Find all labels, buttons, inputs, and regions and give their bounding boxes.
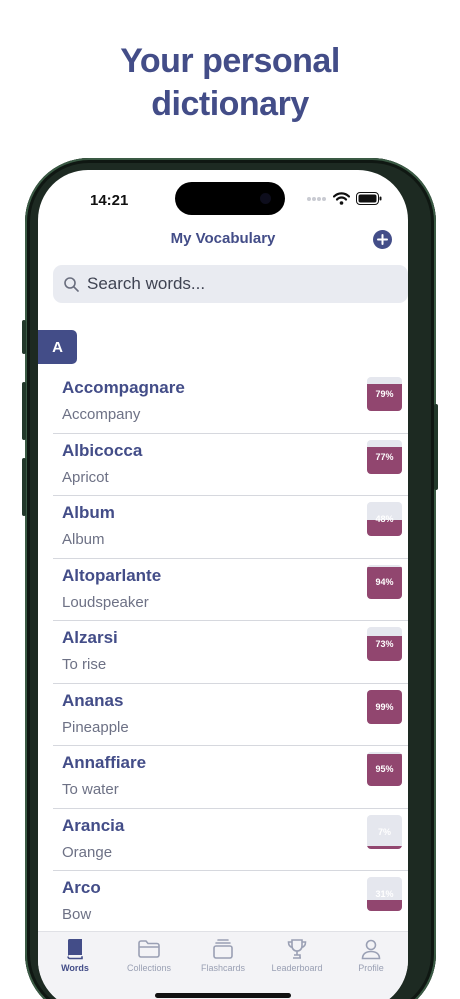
page-title: My Vocabulary xyxy=(170,230,276,247)
side-button-volume-up xyxy=(22,382,26,440)
progress-badge: 48% xyxy=(367,502,402,536)
tab-profile[interactable]: Profile xyxy=(334,932,408,999)
cards-icon xyxy=(213,939,233,959)
progress-badge: 99% xyxy=(367,689,402,724)
signal-dots-icon xyxy=(307,196,326,201)
add-word-button[interactable] xyxy=(373,230,392,249)
progress-percent: 99% xyxy=(375,701,394,712)
progress-percent: 31% xyxy=(375,889,394,899)
tab-label-flashcards: Flashcards xyxy=(200,963,245,973)
progress-percent: 73% xyxy=(375,639,394,649)
battery-icon xyxy=(356,192,382,205)
person-icon xyxy=(361,939,381,960)
wifi-icon xyxy=(333,192,350,205)
progress-percent: 7% xyxy=(377,826,391,837)
dynamic-island xyxy=(175,182,285,215)
tab-label-profile: Profile xyxy=(358,963,384,973)
status-icons xyxy=(307,192,382,205)
progress-badge: 31% xyxy=(367,877,402,911)
progress-badge: 79% xyxy=(367,377,402,411)
tab-words[interactable]: Words xyxy=(38,932,112,999)
tab-leaderboard[interactable]: Leaderboard xyxy=(260,932,334,999)
progress-badge: 77% xyxy=(367,439,402,474)
progress-percent: 94% xyxy=(375,576,394,587)
word-translation: To rise xyxy=(62,656,107,673)
phone-screen: 14:21 My Vocabulary A AccompagnareAcc xyxy=(38,170,408,999)
word-title: Arco xyxy=(62,878,101,897)
trophy-icon xyxy=(287,939,307,959)
progress-badge: 95% xyxy=(367,752,402,786)
word-row[interactable]: Accompagnare Accompany 79% xyxy=(38,371,408,434)
word-row[interactable]: Annaffiare To water 95% xyxy=(38,746,408,809)
word-title: Altoparlante xyxy=(62,565,162,585)
progress-badge: 7% xyxy=(367,814,402,849)
word-translation: Bow xyxy=(62,906,92,923)
word-translation: Pineapple xyxy=(62,718,129,736)
tab-label-words: Words xyxy=(61,963,89,973)
word-title: Accompagnare xyxy=(62,378,185,397)
word-row[interactable]: Arancia Orange 7% xyxy=(38,809,408,872)
word-translation: Album xyxy=(62,531,105,548)
folder-icon xyxy=(138,940,160,958)
section-header: A xyxy=(38,330,77,364)
tab-label-leaderboard: Leaderboard xyxy=(271,963,323,973)
side-button-power xyxy=(434,404,438,490)
headline-line-2: dictionary xyxy=(151,85,309,123)
word-translation: To water xyxy=(62,781,119,798)
word-translation: Apricot xyxy=(62,468,109,486)
side-button-mute xyxy=(22,320,26,354)
word-title: Ananas xyxy=(62,690,124,710)
book-icon xyxy=(67,939,83,960)
progress-percent: 77% xyxy=(375,451,394,462)
search-icon xyxy=(64,276,79,292)
tab-bar: Words Collections Flashcards Leaderboard xyxy=(38,931,408,999)
search-input[interactable] xyxy=(87,274,408,294)
word-translation: Orange xyxy=(62,843,113,861)
progress-percent: 95% xyxy=(375,764,394,774)
word-row[interactable]: Album Album 48% xyxy=(38,496,408,559)
word-row[interactable]: Arco Bow 31% xyxy=(38,871,408,934)
word-row[interactable]: Ananas Pineapple 99% xyxy=(38,684,408,747)
word-translation: Accompany xyxy=(62,406,141,423)
camera-icon xyxy=(260,193,271,204)
home-indicator xyxy=(155,993,291,998)
search-bar[interactable] xyxy=(53,265,408,303)
tab-flashcards[interactable]: Flashcards xyxy=(186,932,260,999)
tab-label-collections: Collections xyxy=(126,963,172,973)
word-title: Annaffiare xyxy=(62,753,147,772)
plus-icon xyxy=(377,234,388,245)
tab-collections[interactable]: Collections xyxy=(112,932,186,999)
status-time: 14:21 xyxy=(90,192,129,209)
word-title: Album xyxy=(62,503,115,522)
progress-badge: 73% xyxy=(367,627,402,661)
headline-line-1: Your personal xyxy=(120,42,340,80)
word-row[interactable]: Alzarsi To rise 73% xyxy=(38,621,408,684)
word-row[interactable]: Albicocca Apricot 77% xyxy=(38,434,408,497)
word-row[interactable]: Altoparlante Loudspeaker 94% xyxy=(38,559,408,622)
word-translation: Loudspeaker xyxy=(62,593,149,611)
word-title: Arancia xyxy=(62,815,125,835)
word-list: Accompagnare Accompany 79% Albicocca Apricot… xyxy=(38,371,408,934)
side-button-volume-down xyxy=(22,458,26,516)
headline: Your personal dictionary xyxy=(0,40,460,126)
word-title: Alzarsi xyxy=(62,628,118,647)
progress-percent: 79% xyxy=(375,389,394,399)
word-title: Albicocca xyxy=(62,440,143,460)
progress-badge: 94% xyxy=(367,564,402,599)
progress-percent: 48% xyxy=(375,514,394,524)
